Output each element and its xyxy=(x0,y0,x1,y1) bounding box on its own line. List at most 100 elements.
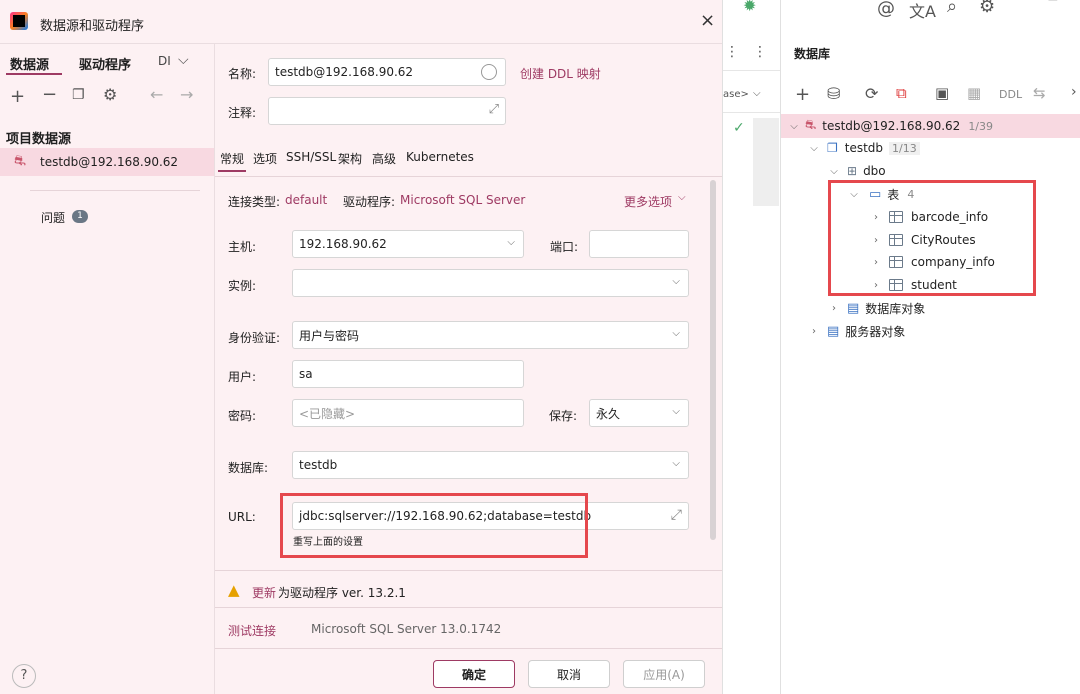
update-link[interactable]: 更新 xyxy=(252,584,276,601)
more-vertical-icon[interactable]: ⋮ xyxy=(725,44,739,60)
server-objects-icon: ▤ xyxy=(827,323,840,339)
disconnect-icon[interactable]: ⧉ xyxy=(896,84,907,102)
cancel-button[interactable]: 取消 xyxy=(528,660,610,688)
tree-schema[interactable]: ⌵ ⊞ dbo xyxy=(827,160,886,182)
datasource-item-selected[interactable]: ⛐ testdb@192.168.90.62 xyxy=(0,148,214,176)
chevron-down-icon[interactable]: ⌵ xyxy=(753,88,761,99)
diff-icon[interactable]: ⇆ xyxy=(1033,84,1046,102)
console-icon[interactable]: ▣ xyxy=(935,84,949,102)
test-connection-link[interactable]: 测试连接 xyxy=(228,622,276,639)
help-button[interactable]: ? xyxy=(12,664,36,688)
color-circle-icon[interactable] xyxy=(481,64,497,80)
search-icon[interactable]: ⌕ xyxy=(947,0,957,17)
settings-icon[interactable]: ⚙ xyxy=(979,0,995,17)
tree-schema-label: dbo xyxy=(863,164,886,178)
table-icon[interactable]: ▦ xyxy=(967,84,981,102)
scrollbar[interactable] xyxy=(753,118,779,206)
expand-icon[interactable]: ⤢ xyxy=(489,102,499,117)
tab-datasources[interactable]: 数据源 xyxy=(10,54,49,73)
tree-root-count: 1/39 xyxy=(968,119,994,133)
user-field[interactable]: sa xyxy=(292,360,524,388)
save-label: 保存: xyxy=(549,409,578,423)
database-field[interactable]: testdb ⌵ xyxy=(292,451,689,479)
divider xyxy=(30,190,200,191)
more-options-chevron-icon[interactable]: ⌵ xyxy=(678,192,686,203)
ok-button[interactable]: 确定 xyxy=(433,660,515,688)
expand-icon[interactable]: ⤢ xyxy=(671,507,682,523)
host-label: 主机: xyxy=(228,240,257,254)
expand-arrow-icon[interactable]: › xyxy=(807,326,821,337)
close-icon[interactable]: × xyxy=(700,10,715,31)
conn-type-value[interactable]: default xyxy=(285,193,327,207)
warning-icon: ▲ xyxy=(228,581,240,599)
settings-icon[interactable]: ⚙ xyxy=(103,85,117,104)
chevron-down-icon[interactable]: ⌵ xyxy=(672,406,680,417)
driver-value[interactable]: Microsoft SQL Server xyxy=(400,193,525,207)
name-field[interactable]: testdb@192.168.90.62 xyxy=(268,58,506,86)
tree-root-label: testdb@192.168.90.62 xyxy=(822,119,961,133)
form-scrollbar[interactable] xyxy=(710,180,716,540)
app-logo-icon xyxy=(10,12,28,30)
password-field[interactable]: <已隐藏> xyxy=(292,399,524,427)
auth-select[interactable]: 用户与密码 ⌵ xyxy=(292,321,689,349)
comment-field[interactable]: ⤢ xyxy=(268,97,506,125)
more-vertical-icon[interactable]: ⋮ xyxy=(753,44,767,60)
ok-label: 确定 xyxy=(461,667,486,682)
remove-icon[interactable]: − xyxy=(42,84,57,105)
host-field[interactable]: 192.168.90.62 ⌵ xyxy=(292,230,524,258)
chevron-right-icon[interactable]: › xyxy=(1071,84,1077,100)
tree-db[interactable]: ⌵ ❐ testdb 1/13 xyxy=(807,137,920,159)
chevron-down-icon[interactable]: ⌵ xyxy=(178,52,189,68)
tab-advanced[interactable]: 高级 xyxy=(372,150,396,167)
problems-label[interactable]: 问题 xyxy=(41,209,65,226)
tab-ssh-ssl[interactable]: SSH/SSL xyxy=(286,150,336,164)
port-field[interactable] xyxy=(589,230,689,258)
schema-dropdown-fragment[interactable]: ase> xyxy=(723,89,749,100)
datasource-properties-icon[interactable]: ⛁ xyxy=(827,84,840,103)
tree-db-objects[interactable]: › ▤ 数据库对象 xyxy=(827,297,925,319)
tree-root[interactable]: ⌵ ⛐ testdb@192.168.90.62 1/39 xyxy=(787,115,993,137)
create-ddl-link[interactable]: 创建 DDL 映射 xyxy=(520,65,601,82)
datasource-item-label: testdb@192.168.90.62 xyxy=(40,155,179,169)
apply-button[interactable]: 应用(A) xyxy=(623,660,705,688)
more-options-link[interactable]: 更多选项 xyxy=(624,193,672,210)
ddl-button[interactable]: DDL xyxy=(999,88,1022,101)
tree-server-objects[interactable]: › ▤ 服务器对象 xyxy=(807,320,905,342)
back-arrow-icon[interactable]: ← xyxy=(150,85,163,104)
tab-general-underline xyxy=(218,170,246,172)
comment-label: 注释: xyxy=(228,106,257,120)
save-select[interactable]: 永久 ⌵ xyxy=(589,399,689,427)
panel-title: 数据库 xyxy=(794,47,831,61)
chevron-down-icon[interactable]: ⌵ xyxy=(672,458,680,469)
expand-arrow-icon[interactable]: ⌵ xyxy=(807,143,821,154)
conn-type-label: 连接类型: xyxy=(228,195,281,209)
tab-general[interactable]: 常规 xyxy=(220,150,244,167)
forward-arrow-icon[interactable]: → xyxy=(180,85,193,104)
form-divider-2 xyxy=(215,607,722,608)
password-placeholder: <已隐藏> xyxy=(299,406,356,421)
apply-label: 应用(A) xyxy=(643,667,685,682)
refresh-icon[interactable]: ⟳ xyxy=(865,84,878,103)
check-icon: ✓ xyxy=(733,120,745,136)
db-objects-icon: ▤ xyxy=(847,300,860,316)
copy-icon[interactable]: ❐ xyxy=(72,87,85,103)
chevron-down-icon[interactable]: ⌵ xyxy=(672,328,680,339)
spiral-icon[interactable]: @ xyxy=(877,0,895,19)
translate-icon[interactable]: 文A xyxy=(909,0,936,22)
tab-drivers[interactable]: 驱动程序 xyxy=(79,54,131,73)
expand-arrow-icon[interactable]: › xyxy=(827,303,841,314)
tab-kubernetes[interactable]: Kubernetes xyxy=(406,150,474,164)
add-icon[interactable]: + xyxy=(795,84,810,105)
tab-schemas[interactable]: 架构 xyxy=(338,150,362,167)
expand-arrow-icon[interactable]: ⌵ xyxy=(787,121,801,132)
tab-options[interactable]: 选项 xyxy=(253,150,277,167)
instance-field[interactable]: ⌵ xyxy=(292,269,689,297)
debug-icon[interactable]: ✹ xyxy=(743,0,756,15)
expand-arrow-icon[interactable]: ⌵ xyxy=(827,166,841,177)
left-panel: 数据源 驱动程序 DI ⌵ + − ❐ ⚙ ← → 项目数据源 ⛐ testdb… xyxy=(0,44,215,694)
minimize-icon[interactable]: − xyxy=(1047,0,1059,8)
add-icon[interactable]: + xyxy=(10,86,25,107)
tab-di[interactable]: DI xyxy=(158,54,171,68)
chevron-down-icon[interactable]: ⌵ xyxy=(507,237,515,248)
chevron-down-icon[interactable]: ⌵ xyxy=(672,276,680,287)
